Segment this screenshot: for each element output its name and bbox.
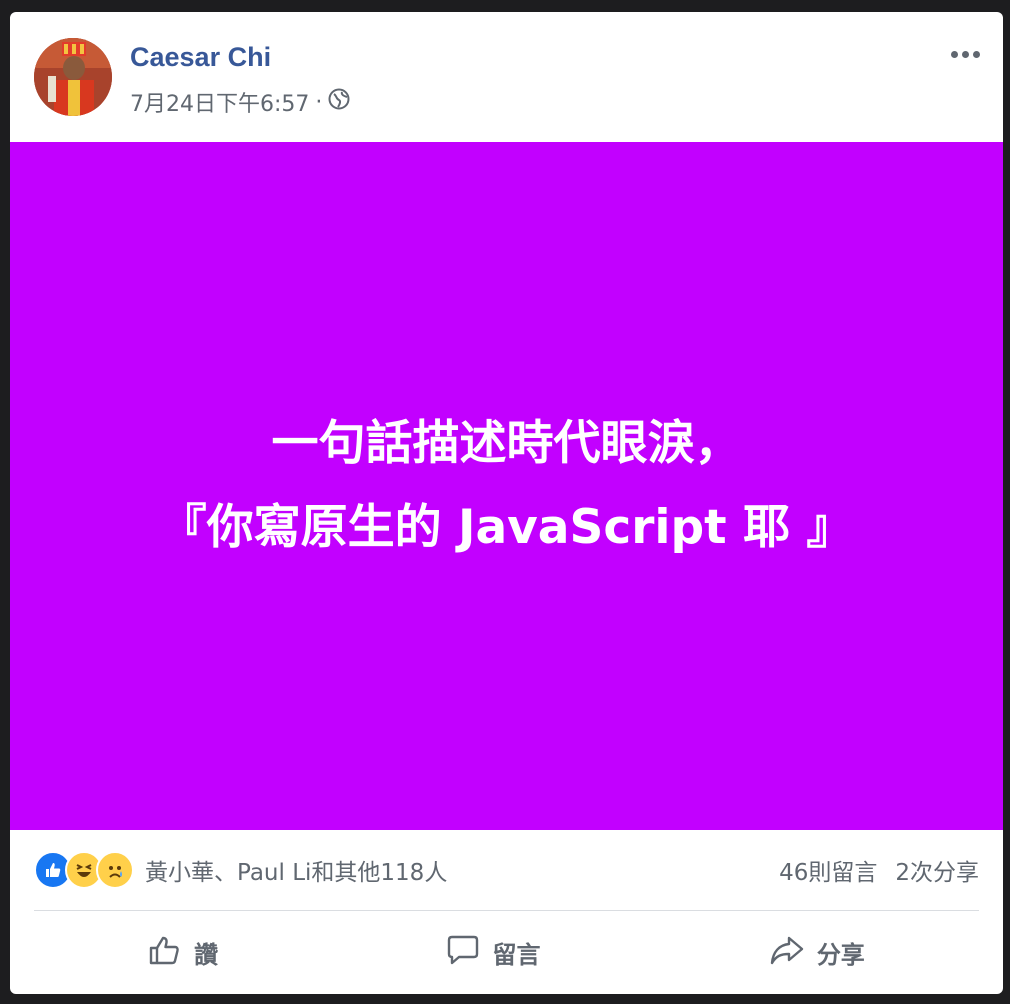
post-content-panel: 一句話描述時代眼淚， 『你寫原生的 JavaScript 耶 』: [10, 142, 1003, 830]
thumbs-up-icon: [148, 934, 182, 972]
post-timestamp[interactable]: 7月24日下午6:57: [130, 86, 309, 118]
author-name[interactable]: Caesar Chi: [130, 42, 271, 73]
post-header: Caesar Chi 7月24日下午6:57 ·: [10, 12, 1003, 142]
meta-separator: ·: [315, 89, 323, 115]
reactions-summary: 黃小華、Paul Li和其他118人 46則留言 2次分享: [34, 830, 979, 910]
more-options-icon[interactable]: [945, 40, 985, 68]
like-button[interactable]: 讚: [118, 926, 248, 980]
sad-icon[interactable]: [96, 851, 134, 889]
post-actions: 讚 留言 分享: [34, 911, 979, 994]
post-text-line-2: 『你寫原生的 JavaScript 耶 』: [159, 500, 854, 555]
comment-button[interactable]: 留言: [416, 926, 570, 980]
share-button-label: 分享: [816, 941, 865, 969]
comments-count[interactable]: 46則留言: [779, 853, 877, 887]
share-button[interactable]: 分享: [739, 926, 895, 980]
reaction-icons[interactable]: [34, 851, 134, 889]
share-arrow-icon: [769, 934, 805, 972]
comment-button-label: 留言: [492, 941, 541, 969]
post-text-line-1: 一句話描述時代眼淚，: [271, 416, 742, 471]
globe-icon[interactable]: [328, 88, 350, 116]
like-button-label: 讚: [194, 941, 219, 969]
post-stats: 46則留言 2次分享: [779, 853, 979, 887]
comment-icon: [446, 934, 480, 972]
post-card: Caesar Chi 7月24日下午6:57 · 一句話描述時代眼淚， 『你寫原…: [10, 12, 1003, 994]
author-avatar[interactable]: [34, 38, 112, 116]
post-meta: 7月24日下午6:57 ·: [130, 86, 350, 118]
post-text: 一句話描述時代眼淚， 『你寫原生的 JavaScript 耶 』: [160, 402, 854, 570]
reactor-names[interactable]: 黃小華、Paul Li和其他118人: [145, 853, 447, 887]
shares-count[interactable]: 2次分享: [895, 853, 979, 887]
avatar-image: [34, 38, 112, 116]
